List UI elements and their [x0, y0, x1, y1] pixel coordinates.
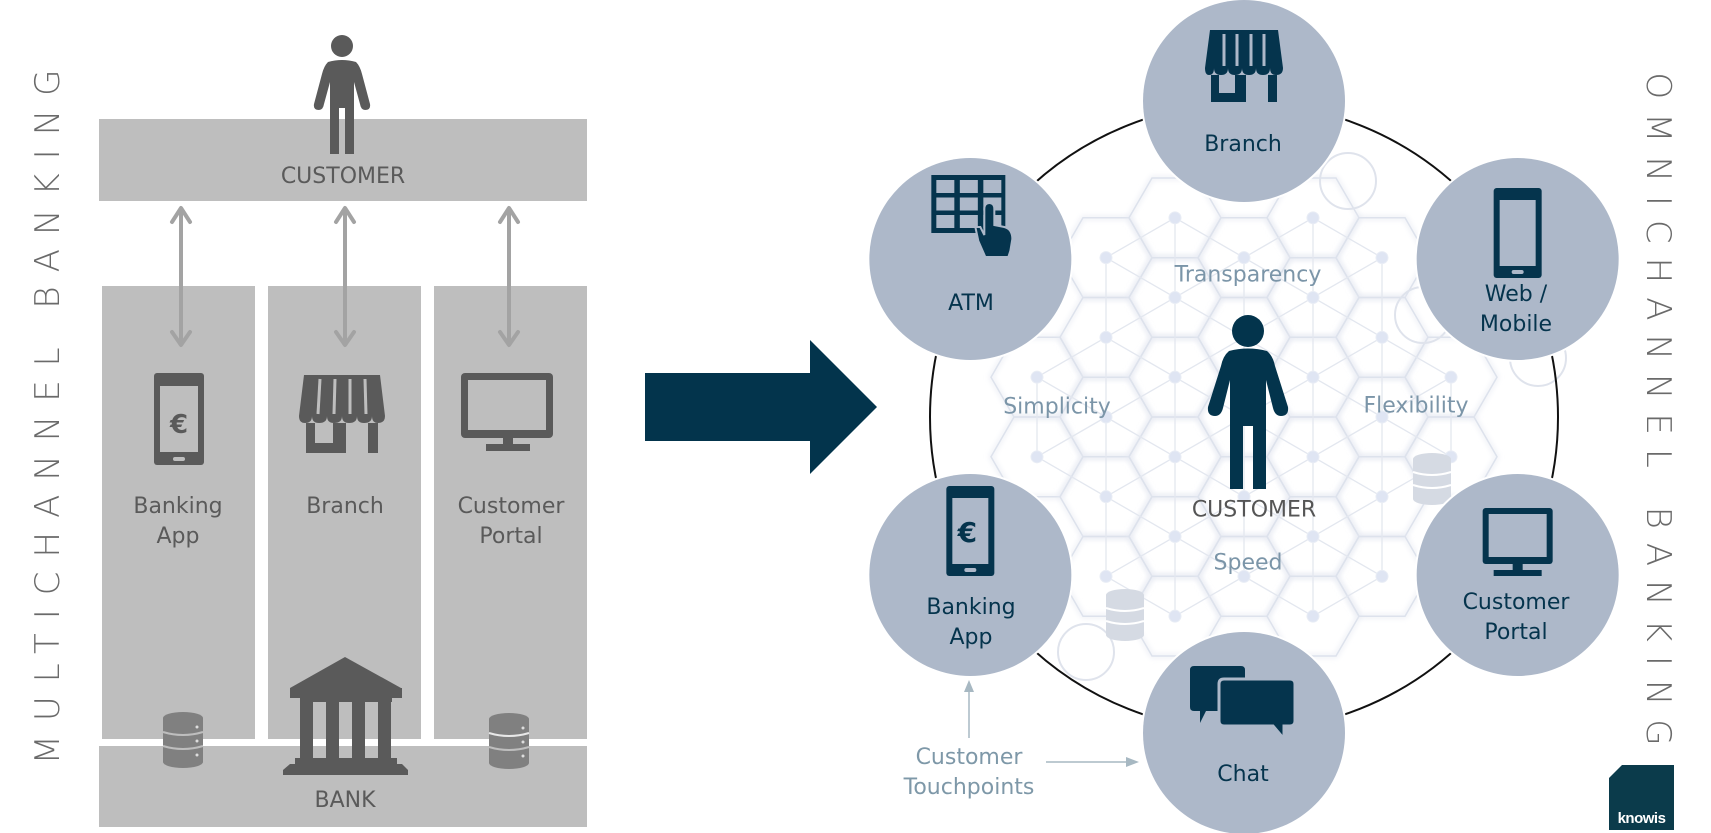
network-link [1312, 456, 1383, 498]
network-node [1375, 251, 1389, 265]
touchpoint-circle[interactable] [1143, 632, 1345, 833]
network-link [1105, 496, 1176, 538]
network-link [1243, 217, 1314, 259]
touchpoint-label-customer-portal[interactable]: Customer Portal [1463, 588, 1570, 648]
customer-touchpoints-caption: Customer Touchpoints [903, 745, 1035, 800]
network-link [1312, 336, 1383, 378]
network-node [1306, 530, 1320, 544]
network-node [1030, 450, 1044, 464]
touchpoint-label-branch[interactable]: Branch [1204, 130, 1282, 160]
touchpoint-label-banking-app[interactable]: Banking App [926, 593, 1015, 653]
network-link [1312, 217, 1383, 259]
network-link [1174, 217, 1245, 259]
network-link [1312, 257, 1383, 299]
network-link [1036, 456, 1107, 498]
touchpoint-label-chat[interactable]: Chat [1217, 760, 1268, 790]
network-node [1030, 370, 1044, 384]
network-link [1105, 416, 1176, 458]
network-link [1105, 336, 1176, 378]
network-node [1306, 290, 1320, 304]
omnichannel-banking-title: OMNICHANNEL BANKING [1638, 72, 1678, 760]
network-link [1174, 575, 1245, 617]
network-node [1375, 490, 1389, 504]
network-node [1168, 530, 1182, 544]
network-link [1312, 296, 1383, 338]
touchpoint-chat-bubbles[interactable] [1141, 630, 1347, 833]
value-flexibility: Flexibility [1363, 393, 1469, 419]
network-node [1168, 609, 1182, 623]
mobile-euro-icon: € [946, 486, 995, 576]
touchpoint-label-web-mobile[interactable]: Web / Mobile [1480, 280, 1552, 340]
smartphone-icon [1493, 188, 1542, 278]
network-node [1375, 330, 1389, 344]
touchpoint-storefront[interactable] [1141, 0, 1347, 204]
network-link [1381, 416, 1452, 458]
network-link [1312, 575, 1383, 617]
center-customer-label: CUSTOMER [1191, 497, 1317, 523]
network-node [1306, 211, 1320, 225]
network-node [1168, 290, 1182, 304]
customer-person-icon [1207, 315, 1289, 489]
network-link [1036, 336, 1107, 378]
network-node [1306, 609, 1320, 623]
network-link [1312, 496, 1383, 538]
touchpoint-label-atm[interactable]: ATM [948, 289, 994, 319]
network-link [1105, 217, 1176, 259]
network-link [1105, 376, 1176, 418]
network-node [1306, 450, 1320, 464]
network-link [1036, 416, 1107, 458]
network-link [1381, 336, 1452, 378]
network-node [1099, 330, 1113, 344]
knowis-logo: knowis [1609, 765, 1674, 830]
touchpoint-atm-keypad[interactable] [867, 156, 1074, 362]
network-node [1168, 370, 1182, 384]
network-node [1099, 569, 1113, 583]
network-node [1168, 450, 1182, 464]
network-node [1444, 370, 1458, 384]
database-icon [1105, 589, 1145, 641]
value-speed: Speed [1213, 550, 1283, 576]
network-node [1306, 370, 1320, 384]
network-link [1243, 575, 1314, 617]
value-simplicity: Simplicity [1003, 394, 1111, 420]
storefront-icon [1205, 30, 1283, 102]
network-node [1375, 569, 1389, 583]
network-link [1105, 296, 1176, 338]
euro-symbol: € [957, 516, 977, 549]
network-link [1105, 535, 1176, 577]
network-link [1105, 456, 1176, 498]
value-transparency: Transparency [1174, 262, 1322, 288]
database-icon [1412, 453, 1452, 505]
network-link [1105, 257, 1176, 299]
network-node [1099, 490, 1113, 504]
network-node [1099, 251, 1113, 265]
network-node [1168, 211, 1182, 225]
network-link [1312, 416, 1383, 458]
network-link [1312, 535, 1383, 577]
